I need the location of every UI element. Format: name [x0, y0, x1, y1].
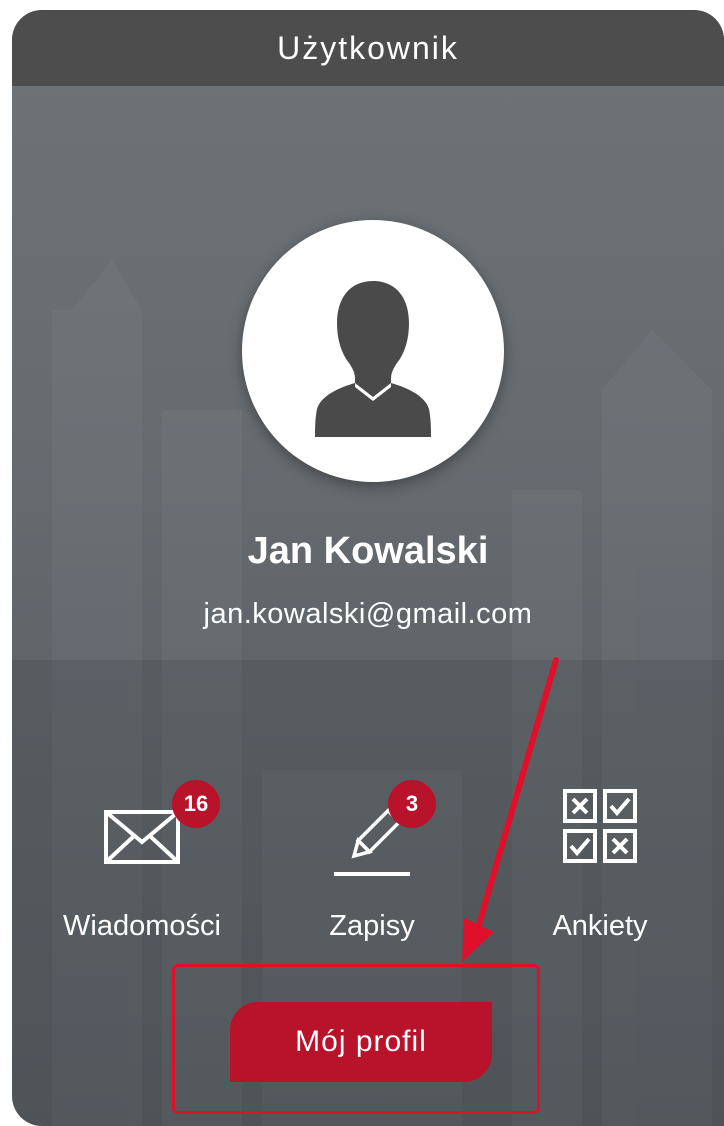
messages-badge: 16: [172, 780, 220, 828]
messages-action[interactable]: 16 Wiadomości: [42, 780, 242, 950]
enrollments-label: Zapisy: [329, 910, 415, 942]
user-email: jan.kowalski@gmail.com: [203, 598, 533, 630]
user-silhouette-icon: [315, 281, 431, 437]
my-profile-button[interactable]: Mój profil: [230, 1002, 492, 1082]
enrollments-action[interactable]: 3 Zapisy: [272, 780, 472, 950]
user-name: Jan Kowalski: [247, 530, 489, 572]
avatar[interactable]: [242, 220, 504, 482]
surveys-action[interactable]: Ankiety: [500, 780, 700, 950]
survey-checkbox-grid-icon: [563, 789, 637, 863]
surveys-label: Ankiety: [552, 910, 648, 942]
enrollments-badge: 3: [388, 780, 436, 828]
card-title: Użytkownik: [277, 29, 459, 66]
user-card: Użytkownik Jan Kowalski jan.kowalski@gma…: [12, 10, 724, 1126]
envelope-icon: [104, 810, 180, 864]
card-header: Użytkownik: [12, 10, 724, 86]
messages-label: Wiadomości: [63, 910, 221, 942]
